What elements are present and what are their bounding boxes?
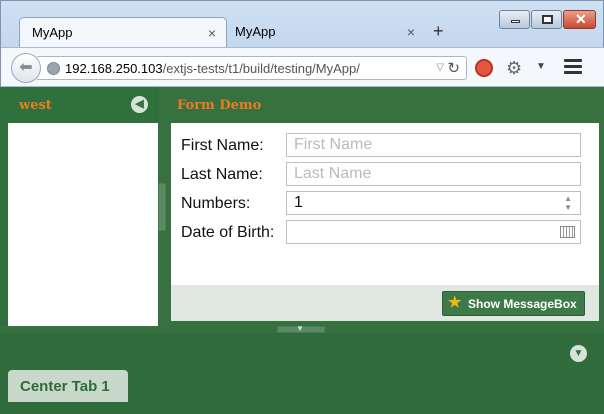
minimize-button[interactable] [499,10,530,29]
numbers-row: Numbers: 1 ▲ ▼ [181,191,585,215]
calendar-icon[interactable] [560,226,575,238]
browser-tab-active[interactable]: MyApp × [19,17,227,48]
numbers-input[interactable]: 1 ▲ ▼ [286,191,581,215]
tab-close-icon[interactable]: × [208,25,216,41]
menu-icon[interactable] [564,59,582,75]
app-viewport: west ◀ Form Demo First Name: First Name … [0,87,604,414]
url-text[interactable]: 192.168.250.103/extjs-tests/t1/build/tes… [65,61,360,76]
west-panel-body [8,123,158,326]
south-panel: ▼ Center Tab 1 [0,333,604,414]
form-footer: ★ Show MessageBox [171,285,599,321]
browser-tab[interactable]: MyApp × [223,17,425,48]
show-messagebox-label: Show MessageBox [468,297,577,311]
new-tab-button[interactable]: + [433,21,444,42]
chevron-down-icon[interactable]: ▼ [536,61,546,72]
form-body: First Name: First Name Last Name: Last N… [171,123,599,285]
last-name-label: Last Name: [181,166,263,183]
first-name-input[interactable]: First Name [286,133,581,157]
dob-input[interactable] [286,220,581,244]
tab-title: MyApp [32,25,73,40]
maximize-button[interactable] [531,10,562,29]
url-bar[interactable]: 192.168.250.103/extjs-tests/t1/build/tes… [37,56,467,80]
numbers-value: 1 [294,194,303,211]
gear-icon[interactable]: ⚙ [506,58,522,79]
globe-icon [47,62,60,75]
spinner-icon[interactable]: ▲ ▼ [564,194,572,212]
dob-label: Date of Birth: [181,224,275,241]
first-name-row: First Name: First Name [181,133,585,157]
close-icon: ✕ [575,11,587,27]
west-splitter[interactable] [158,183,166,231]
west-panel: west ◀ [0,87,159,326]
tab-close-icon[interactable]: × [407,24,415,40]
last-name-row: Last Name: Last Name [181,162,585,186]
url-dropdown-icon[interactable]: ▽ [436,62,444,73]
back-icon: ⬅ [19,59,33,76]
south-splitter[interactable]: ▼ [277,324,325,333]
minimize-icon [511,20,520,23]
chevron-left-icon[interactable]: ◀ [131,96,148,113]
tab-center-1[interactable]: Center Tab 1 [8,370,128,402]
show-messagebox-button[interactable]: ★ Show MessageBox [442,291,585,316]
browser-window: MyApp × MyApp × + ✕ 192.168.250.103/extj… [0,0,604,92]
back-button[interactable]: ⬅ [11,53,41,83]
numbers-label: Numbers: [181,195,251,212]
noscript-icon[interactable] [475,59,493,77]
maximize-icon [542,15,553,24]
form-panel: Form Demo First Name: First Name Last Na… [167,87,599,326]
chevron-down-icon: ▼ [296,324,304,333]
tab-title: MyApp [235,24,276,39]
reload-icon[interactable]: ↻ [447,59,460,77]
url-host: 192.168.250.103 [65,61,163,76]
close-window-button[interactable]: ✕ [563,10,596,29]
url-path: /extjs-tests/t1/build/testing/MyApp/ [162,61,360,76]
browser-toolbar: 192.168.250.103/extjs-tests/t1/build/tes… [1,47,604,87]
first-name-label: First Name: [181,137,264,154]
chevron-down-icon[interactable]: ▼ [570,345,587,362]
dob-row: Date of Birth: [181,220,585,244]
star-icon: ★ [448,294,462,311]
form-panel-title: Form Demo [177,98,262,113]
last-name-input[interactable]: Last Name [286,162,581,186]
